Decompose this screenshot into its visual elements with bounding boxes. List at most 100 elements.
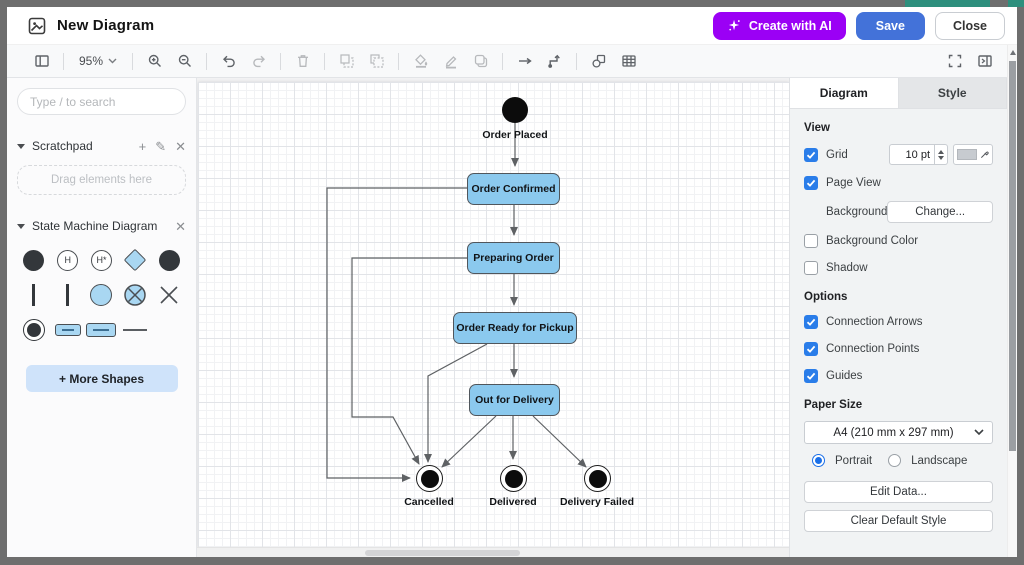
state-label: Delivery Failed xyxy=(560,496,634,508)
shape-deep-history[interactable]: H* xyxy=(86,247,116,273)
edit-data-button[interactable]: Edit Data... xyxy=(804,481,993,503)
shadow-checkbox[interactable] xyxy=(804,261,818,275)
zoom-level-dropdown[interactable]: 95% xyxy=(77,54,119,68)
scratchpad-header[interactable]: Scratchpad + ✎ ✕ xyxy=(17,139,186,153)
background-change-button[interactable]: Change... xyxy=(887,201,993,223)
state-label: Order Placed xyxy=(482,129,547,141)
shape-initial-state[interactable] xyxy=(19,247,49,273)
line-color-icon[interactable] xyxy=(442,53,459,70)
grid-size-stepper[interactable] xyxy=(935,144,948,165)
waypoint-style-icon[interactable] xyxy=(546,53,563,70)
sparkle-icon xyxy=(727,18,742,33)
landscape-radio[interactable] xyxy=(888,454,901,467)
landscape-label: Landscape xyxy=(911,455,967,467)
toggle-left-panel-icon[interactable] xyxy=(33,53,50,70)
scroll-up-arrow[interactable] xyxy=(1010,50,1016,55)
paper-size-select[interactable]: A4 (210 mm x 297 mm) xyxy=(804,421,993,444)
shape-transition-line[interactable] xyxy=(120,317,150,343)
tab-style[interactable]: Style xyxy=(899,78,1008,108)
shape-terminate[interactable] xyxy=(154,282,184,308)
scratchpad-close-icon[interactable]: ✕ xyxy=(175,140,186,153)
shape-junction[interactable] xyxy=(86,282,116,308)
guides-label: Guides xyxy=(826,370,862,382)
connection-points-label: Connection Points xyxy=(826,343,919,355)
grid-label: Grid xyxy=(826,149,848,161)
background-window-fragment xyxy=(1008,0,1024,7)
drawing-page[interactable]: Order Placed Order Confirmed Preparing O… xyxy=(198,82,789,548)
connection-points-checkbox[interactable] xyxy=(804,342,818,356)
create-with-ai-button[interactable]: Create with AI xyxy=(713,12,846,40)
guides-checkbox[interactable] xyxy=(804,369,818,383)
to-back-icon[interactable] xyxy=(368,53,385,70)
eyedropper-icon xyxy=(980,150,989,159)
close-button[interactable]: Close xyxy=(935,12,1005,40)
undo-icon[interactable] xyxy=(220,53,237,70)
state-label: Cancelled xyxy=(404,496,454,508)
shape-initial-state-2[interactable] xyxy=(154,247,184,273)
tab-diagram[interactable]: Diagram xyxy=(790,78,899,108)
shape-composite-state[interactable] xyxy=(86,317,116,343)
shape-section-header[interactable]: State Machine Diagram ✕ xyxy=(17,219,186,233)
scratchpad-dropzone[interactable]: Drag elements here xyxy=(17,165,186,195)
zoom-in-icon[interactable] xyxy=(146,53,163,70)
paper-size-heading: Paper Size xyxy=(804,399,993,411)
fill-color-icon[interactable] xyxy=(412,53,429,70)
grid-size-input[interactable]: 10 pt xyxy=(889,144,935,165)
redo-icon[interactable] xyxy=(250,53,267,70)
background-window-fragment xyxy=(905,0,990,7)
scratchpad-add-icon[interactable]: + xyxy=(139,140,147,153)
diagram-canvas[interactable]: Order Placed Order Confirmed Preparing O… xyxy=(197,78,789,557)
shadow-icon[interactable] xyxy=(472,53,489,70)
state-delivery-failed[interactable] xyxy=(584,465,611,492)
clear-default-style-button[interactable]: Clear Default Style xyxy=(804,510,993,532)
vertical-scrollbar-thumb[interactable] xyxy=(1009,61,1016,451)
zoom-out-icon[interactable] xyxy=(176,53,193,70)
shape-fork-bar[interactable] xyxy=(19,282,49,308)
horizontal-scrollbar[interactable] xyxy=(197,547,789,557)
toggle-format-panel-icon[interactable] xyxy=(976,53,993,70)
background-color-checkbox[interactable] xyxy=(804,234,818,248)
shape-shallow-history[interactable]: H xyxy=(53,247,83,273)
chevron-down-icon xyxy=(17,224,25,229)
page-view-checkbox[interactable] xyxy=(804,176,818,190)
more-shapes-button[interactable]: + More Shapes xyxy=(26,365,178,392)
format-panel: Diagram Style View Grid 10 p xyxy=(789,78,1007,557)
shape-exit-point[interactable] xyxy=(120,282,150,308)
state-order-placed[interactable] xyxy=(502,97,528,123)
state-delivered[interactable] xyxy=(500,465,527,492)
state-out-for-delivery[interactable]: Out for Delivery xyxy=(469,384,560,416)
horizontal-scrollbar-thumb[interactable] xyxy=(365,550,520,556)
vertical-scrollbar[interactable] xyxy=(1007,45,1017,557)
state-order-ready[interactable]: Order Ready for Pickup xyxy=(453,312,577,344)
grid-checkbox[interactable] xyxy=(804,148,818,162)
portrait-label: Portrait xyxy=(835,455,872,467)
delete-icon[interactable] xyxy=(294,53,311,70)
save-button[interactable]: Save xyxy=(856,12,925,40)
to-front-icon[interactable] xyxy=(338,53,355,70)
search-input[interactable]: Type / to search xyxy=(17,88,186,115)
background-label: Background xyxy=(826,206,887,218)
title-bar: New Diagram Create with AI Save Close xyxy=(7,7,1017,45)
page-view-label: Page View xyxy=(826,177,881,189)
shape-final-state[interactable] xyxy=(19,317,49,343)
state-order-confirmed[interactable]: Order Confirmed xyxy=(467,173,560,205)
app-window: New Diagram Create with AI Save Close xyxy=(0,0,1024,565)
connection-arrow-icon[interactable] xyxy=(516,53,533,70)
shape-choice[interactable] xyxy=(120,247,150,273)
section-close-icon[interactable]: ✕ xyxy=(175,220,186,233)
insert-table-icon[interactable] xyxy=(620,53,637,70)
portrait-radio[interactable] xyxy=(812,454,825,467)
diagram-file-icon xyxy=(27,16,47,36)
connection-arrows-checkbox[interactable] xyxy=(804,315,818,329)
fullscreen-icon[interactable] xyxy=(946,53,963,70)
state-cancelled[interactable] xyxy=(416,465,443,492)
grid-color-swatch xyxy=(957,149,977,160)
scratchpad-edit-icon[interactable]: ✎ xyxy=(155,140,166,153)
shape-simple-state[interactable] xyxy=(53,317,83,343)
state-preparing-order[interactable]: Preparing Order xyxy=(467,242,560,274)
shape-join-bar[interactable] xyxy=(53,282,83,308)
chevron-down-icon xyxy=(974,429,984,436)
chevron-down-icon xyxy=(17,144,25,149)
grid-color-button[interactable] xyxy=(953,144,993,165)
insert-shape-icon[interactable] xyxy=(590,53,607,70)
